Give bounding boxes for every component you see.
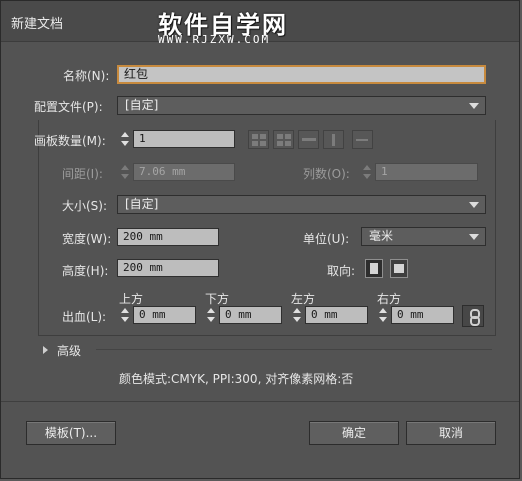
chevron-down-icon <box>469 202 479 208</box>
arrange-by-column-icon[interactable] <box>323 130 344 149</box>
profile-label: 配置文件(P): <box>34 100 103 114</box>
profile-select[interactable]: [自定] <box>117 96 486 115</box>
bleed-bottom-label: 下方 <box>205 292 230 306</box>
cancel-button[interactable]: 取消 <box>406 421 496 445</box>
height-input[interactable]: 200 mm <box>117 259 219 277</box>
spacing-input[interactable]: 7.06 mm <box>133 163 235 181</box>
grid-cell-icon <box>260 141 266 146</box>
units-select-value: 毫米 <box>369 229 394 243</box>
name-input[interactable]: 红包 <box>117 65 486 84</box>
landscape-icon[interactable] <box>390 259 408 278</box>
arrow-bar-icon <box>332 134 335 146</box>
bleed-left-label: 左方 <box>291 292 316 306</box>
columns-stepper[interactable] <box>361 163 373 181</box>
stepper-up-icon <box>121 165 129 170</box>
stepper-up-icon <box>379 308 387 313</box>
width-label: 宽度(W): <box>62 232 112 246</box>
bleed-left-stepper[interactable] <box>291 306 303 324</box>
advanced-divider <box>96 349 492 350</box>
artboards-stepper[interactable] <box>119 130 131 148</box>
columns-label: 列数(O): <box>303 167 350 181</box>
grid-cell-icon <box>285 141 291 146</box>
bleed-top-input[interactable]: 0 mm <box>133 306 196 324</box>
chain-ring-bottom <box>470 316 480 326</box>
chain-link-icon[interactable] <box>462 305 484 327</box>
person-glyph <box>370 263 378 274</box>
stepper-up-icon <box>363 165 371 170</box>
dialog-title: 新建文档 <box>11 17 64 32</box>
height-label: 高度(H): <box>62 264 109 278</box>
artboards-input[interactable]: 1 <box>133 130 235 148</box>
arrow-bar-icon <box>356 139 368 141</box>
bleed-right-input[interactable]: 0 mm <box>391 306 454 324</box>
stepper-down-icon <box>121 141 129 146</box>
bleed-bottom-stepper[interactable] <box>205 306 217 324</box>
stepper-down-icon <box>293 317 301 322</box>
bleed-top-label: 上方 <box>119 292 144 306</box>
spacing-stepper[interactable] <box>119 163 131 181</box>
artboards-label: 画板数量(M): <box>34 134 106 148</box>
chevron-down-icon <box>469 103 479 109</box>
grid-cell-icon <box>260 134 266 139</box>
stepper-down-icon <box>207 317 215 322</box>
portrait-icon[interactable] <box>365 259 383 278</box>
button-divider <box>1 401 519 402</box>
person-glyph <box>394 264 404 273</box>
columns-input[interactable]: 1 <box>375 163 478 181</box>
units-select[interactable]: 毫米 <box>361 227 486 246</box>
bleed-label: 出血(L): <box>62 310 107 324</box>
units-label: 单位(U): <box>303 232 350 246</box>
stepper-up-icon <box>121 308 129 313</box>
orientation-label: 取向: <box>327 264 356 278</box>
stepper-down-icon <box>363 174 371 179</box>
grid-cell-icon <box>252 141 258 146</box>
bleed-top-stepper[interactable] <box>119 306 131 324</box>
spacing-label: 间距(I): <box>62 167 103 181</box>
grid-by-column-icon[interactable] <box>273 130 294 149</box>
stepper-up-icon <box>121 132 129 137</box>
right-to-left-icon[interactable] <box>352 130 373 149</box>
new-document-dialog: 新建文档 软件自学网 WWW.RJZXW.COM 名称(N): 红包 配置文件(… <box>0 0 520 479</box>
grid-cell-icon <box>252 134 258 139</box>
bleed-right-label: 右方 <box>377 292 402 306</box>
stepper-up-icon <box>207 308 215 313</box>
bleed-left-input[interactable]: 0 mm <box>305 306 368 324</box>
ok-button[interactable]: 确定 <box>309 421 399 445</box>
bleed-bottom-input[interactable]: 0 mm <box>219 306 282 324</box>
watermark-url: WWW.RJZXW.COM <box>158 33 271 46</box>
title-bar[interactable]: 新建文档 软件自学网 WWW.RJZXW.COM <box>1 1 519 46</box>
advanced-label[interactable]: 高级 <box>57 342 81 359</box>
size-select[interactable]: [自定] <box>117 195 486 214</box>
bleed-right-stepper[interactable] <box>377 306 389 324</box>
profile-select-value: [自定] <box>125 98 159 112</box>
size-select-value: [自定] <box>125 197 159 211</box>
advanced-summary: 颜色模式:CMYK, PPI:300, 对齐像素网格:否 <box>119 372 354 386</box>
disclosure-triangle-icon[interactable] <box>43 346 48 354</box>
arrow-bar-icon <box>302 138 316 141</box>
grid-cell-icon <box>277 141 283 146</box>
grid-cell-icon <box>285 134 291 139</box>
stepper-down-icon <box>121 317 129 322</box>
chevron-down-icon <box>469 234 479 240</box>
stepper-down-icon <box>379 317 387 322</box>
grid-by-row-icon[interactable] <box>248 130 269 149</box>
templates-button[interactable]: 模板(T)... <box>26 421 116 445</box>
width-input[interactable]: 200 mm <box>117 228 219 246</box>
arrange-by-row-icon[interactable] <box>298 130 319 149</box>
size-label: 大小(S): <box>62 199 108 213</box>
stepper-down-icon <box>121 174 129 179</box>
stepper-up-icon <box>293 308 301 313</box>
grid-cell-icon <box>277 134 283 139</box>
name-label: 名称(N): <box>63 69 110 83</box>
